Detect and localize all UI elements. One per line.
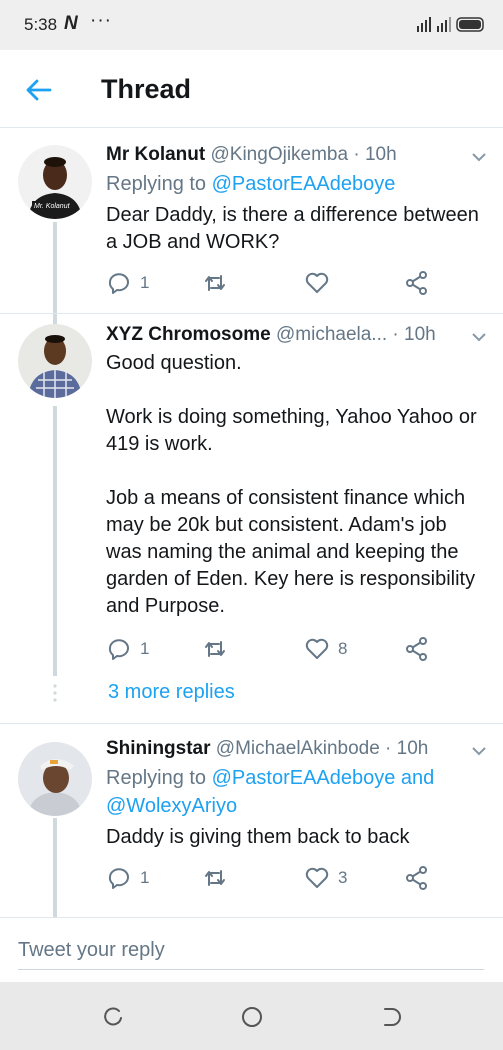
back-nav-icon[interactable]	[378, 1004, 404, 1030]
tweet-actions: 1	[106, 270, 436, 298]
replying-to-link[interactable]: @PastorEAAdeboye	[212, 173, 396, 195]
thread-line	[53, 222, 57, 324]
tweet-reply-input[interactable]	[18, 932, 484, 970]
share-button[interactable]	[404, 865, 430, 891]
share-button[interactable]	[404, 270, 430, 296]
tweet-text: Dear Daddy, is there a difference betwee…	[106, 204, 479, 253]
replying-to-label: Replying to	[106, 767, 212, 789]
replying-to-label: Replying to	[106, 173, 212, 195]
like-icon	[305, 272, 329, 293]
status-bar: 5:38 N ···	[0, 0, 503, 50]
tweet-3[interactable]: Shiningstar @MichaelAkinbode · 10h Reply…	[0, 724, 503, 918]
author-name[interactable]: Mr Kolanut	[106, 144, 205, 165]
author-handle: @michaela... · 10h	[275, 324, 436, 345]
share-icon	[406, 866, 427, 890]
like-count: 8	[338, 639, 348, 658]
chevron-down-icon[interactable]	[470, 745, 488, 757]
replying-to-link[interactable]: @PastorEAAdeboye and	[212, 767, 435, 789]
like-icon	[305, 867, 329, 888]
retweet-button[interactable]	[202, 865, 228, 891]
author-name[interactable]: Shiningstar	[106, 738, 211, 759]
share-icon	[406, 637, 427, 661]
app-notification-icon: N	[64, 13, 78, 34]
thread-header: Thread	[0, 50, 503, 128]
reply-button[interactable]: 1	[106, 270, 149, 296]
avatar-logo-text: Mr. Kolanut	[34, 203, 71, 210]
reply-count: 1	[140, 639, 150, 658]
thread-line	[53, 818, 57, 918]
like-count: 3	[338, 868, 348, 887]
replying-to-link-2[interactable]: @WolexyAriyo	[106, 795, 237, 817]
tweet-text: Good question. Work is doing something, …	[106, 352, 477, 617]
tweet-actions: 1 3	[106, 865, 436, 893]
chevron-down-icon[interactable]	[470, 151, 488, 163]
tweet-1[interactable]: Mr. Kolanut Mr Kolanut @KingOjikemba · 1…	[0, 129, 503, 324]
tweet-text: Daddy is giving them back to back	[106, 826, 410, 848]
avatar[interactable]	[18, 324, 92, 398]
reply-icon	[108, 273, 129, 294]
retweet-button[interactable]	[202, 636, 228, 662]
signal-battery-icon	[417, 17, 484, 32]
more-replies-link[interactable]: 3 more replies	[108, 681, 235, 704]
home-icon[interactable]	[239, 1004, 265, 1030]
thread-line	[53, 406, 57, 676]
retweet-button[interactable]	[202, 270, 228, 296]
more-notifications-icon: ···	[90, 10, 112, 31]
retweet-icon	[205, 870, 225, 886]
author-name[interactable]: XYZ Chromosome	[106, 324, 271, 345]
author-handle: @KingOjikemba · 10h	[210, 144, 397, 165]
system-nav-bar	[0, 982, 503, 1050]
replying-to: Replying to @PastorEAAdeboye and @Wolexy…	[106, 764, 434, 820]
reply-button[interactable]: 1	[106, 636, 149, 662]
tweet-2[interactable]: XYZ Chromosome @michaela... · 10h Good q…	[0, 314, 503, 722]
back-arrow-icon[interactable]	[24, 75, 54, 105]
more-replies-dots-icon	[53, 684, 57, 702]
like-button[interactable]: 8	[304, 636, 347, 662]
like-button[interactable]: 3	[304, 865, 347, 891]
like-button[interactable]	[304, 270, 330, 296]
page-title: Thread	[101, 74, 192, 104]
recent-apps-icon[interactable]	[100, 1004, 126, 1030]
reply-icon	[108, 868, 129, 889]
replying-to: Replying to @PastorEAAdeboye	[106, 170, 395, 198]
chevron-down-icon[interactable]	[470, 331, 488, 343]
like-icon	[305, 638, 329, 659]
reply-icon	[108, 639, 129, 660]
reply-composer	[0, 918, 503, 982]
retweet-icon	[205, 641, 225, 657]
status-time: 5:38	[24, 15, 58, 34]
avatar[interactable]: Mr. Kolanut	[18, 145, 92, 219]
reply-button[interactable]: 1	[106, 865, 149, 891]
author-handle: @MichaelAkinbode · 10h	[215, 738, 429, 759]
reply-count: 1	[140, 273, 150, 292]
reply-count: 1	[140, 868, 150, 887]
share-button[interactable]	[404, 636, 430, 662]
share-icon	[406, 271, 427, 295]
retweet-icon	[205, 275, 225, 291]
avatar[interactable]	[18, 742, 92, 816]
tweet-actions: 1 8	[106, 636, 436, 664]
